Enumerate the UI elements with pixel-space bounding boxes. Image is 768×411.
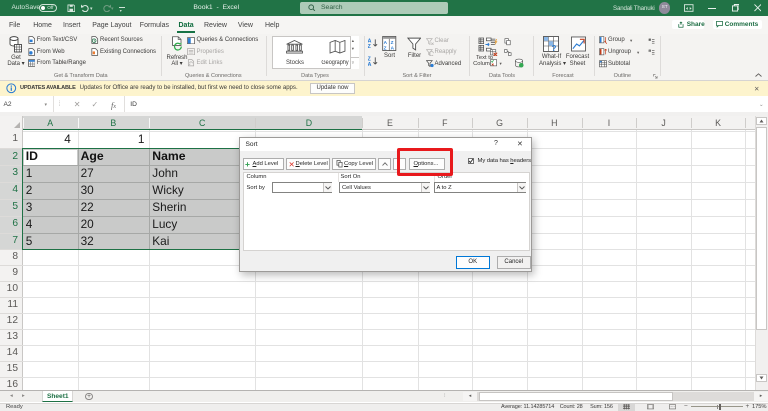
- svg-text:Z: Z: [384, 46, 387, 51]
- svg-text:Z: Z: [368, 44, 372, 48]
- svg-text:A: A: [368, 62, 372, 66]
- svg-text:Z: Z: [391, 40, 394, 45]
- svg-text:?: ?: [552, 43, 557, 51]
